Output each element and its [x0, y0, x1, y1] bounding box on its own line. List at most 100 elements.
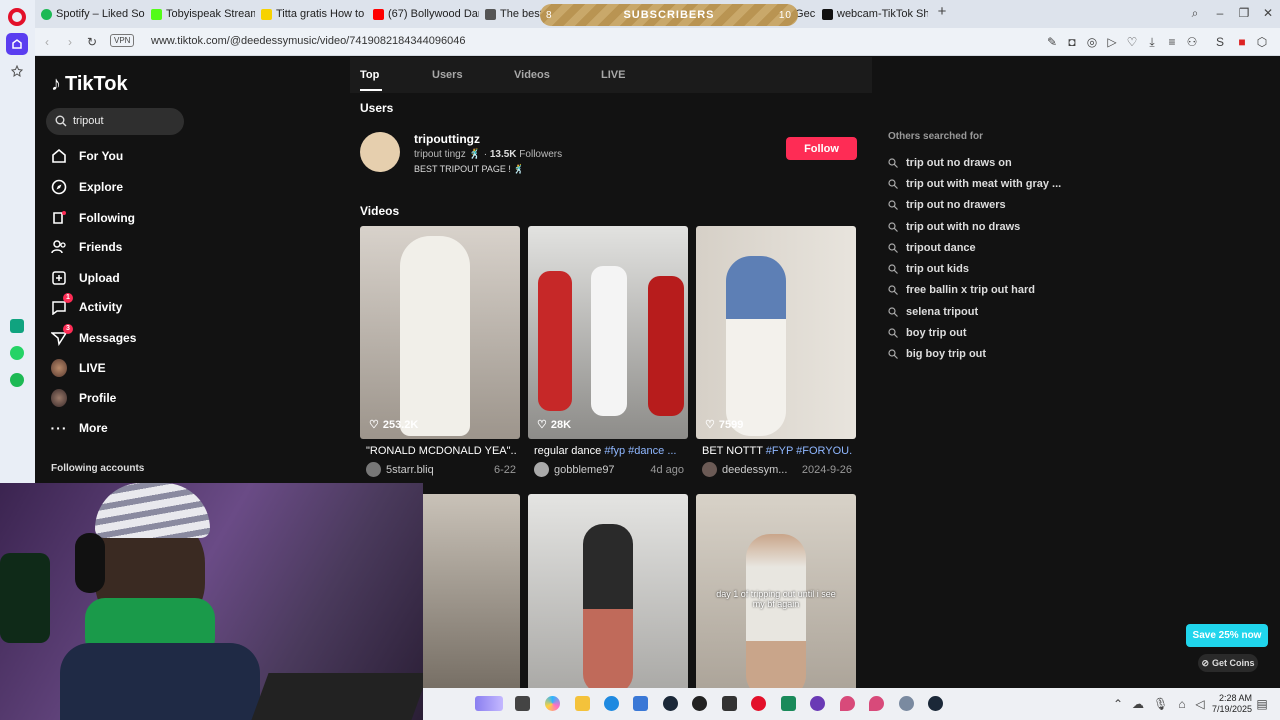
heart-icon[interactable]: ♡: [1125, 35, 1139, 49]
video-card[interactable]: [528, 494, 688, 707]
nav-following[interactable]: Following: [51, 207, 211, 229]
author-avatar[interactable]: [534, 462, 549, 477]
spotify-icon[interactable]: [6, 369, 28, 391]
video-caption[interactable]: "RONALD MCDONALD YEA"...: [366, 445, 516, 457]
tray-chevron-icon[interactable]: ⌃: [1111, 697, 1125, 711]
tab-kick[interactable]: Tobyispeak Stream - Wat: [147, 4, 255, 24]
opera-taskbar-icon[interactable]: [751, 696, 766, 711]
edit-icon[interactable]: ✎: [1045, 35, 1059, 49]
nav-live[interactable]: LIVE: [51, 357, 211, 379]
suggestion-item[interactable]: trip out with no draws: [888, 221, 1020, 233]
video-thumbnail[interactable]: ♡ 28K: [528, 226, 688, 439]
app-purple-icon[interactable]: [810, 696, 825, 711]
search-tabs-icon[interactable]: ⌕: [1188, 6, 1202, 20]
tiktok-logo[interactable]: ♪ TikTok: [51, 73, 128, 96]
suggestion-item[interactable]: trip out with meat with gray ...: [888, 178, 1061, 190]
suggestion-item[interactable]: trip out kids: [888, 263, 969, 275]
nav-more[interactable]: ··· More: [51, 417, 211, 439]
tab-live[interactable]: LIVE: [601, 69, 625, 81]
author-avatar[interactable]: [366, 462, 381, 477]
notification-icon[interactable]: ▤: [1255, 697, 1269, 711]
workspace-icon[interactable]: [6, 33, 28, 55]
widgets-icon[interactable]: [475, 696, 503, 711]
reload-icon[interactable]: ↻: [85, 35, 99, 49]
video-caption[interactable]: BET NOTTT #FYP #FORYOU...: [702, 445, 852, 457]
url-field[interactable]: www.tiktok.com/@deedessymusic/video/7419…: [151, 35, 465, 47]
video-card[interactable]: day 1 of tripping out until i see my bf …: [696, 494, 856, 707]
nav-messages[interactable]: 3 Messages: [51, 324, 211, 349]
app-green-icon[interactable]: [781, 696, 796, 711]
suggestion-item[interactable]: trip out no drawers: [888, 199, 1006, 211]
extension-s-icon[interactable]: S: [1213, 35, 1227, 49]
settings-icon[interactable]: [899, 696, 914, 711]
suggestion-item[interactable]: tripout dance: [888, 242, 976, 254]
tab-tiktok-shop[interactable]: webcam-TikTok Shop: [818, 4, 928, 24]
mic-icon[interactable]: 🎙: [1153, 697, 1168, 711]
copilot-icon[interactable]: [545, 696, 560, 711]
video-thumbnail[interactable]: ♡ 7599: [696, 226, 856, 439]
new-tab-plus-icon[interactable]: +: [935, 4, 949, 19]
account-icon[interactable]: ⚇: [1185, 35, 1199, 49]
nav-activity[interactable]: 1 Activity: [51, 293, 211, 318]
video-thumbnail[interactable]: [528, 494, 688, 707]
suggestion-item[interactable]: free ballin x trip out hard: [888, 284, 1035, 296]
video-thumbnail[interactable]: ♡ 253.2K: [360, 226, 520, 439]
app-pin2-icon[interactable]: [869, 696, 884, 711]
search-input[interactable]: tripout: [46, 108, 184, 135]
maximize-icon[interactable]: ❐: [1237, 6, 1251, 20]
edge-icon[interactable]: [604, 696, 619, 711]
close-window-icon[interactable]: ✕: [1261, 6, 1275, 20]
network-icon[interactable]: ⌂: [1175, 697, 1189, 711]
steam2-icon[interactable]: [928, 696, 943, 711]
task-view-icon[interactable]: [515, 696, 530, 711]
user-name[interactable]: tripouttingz: [414, 132, 480, 146]
extensions-icon[interactable]: ⬡: [1255, 35, 1269, 49]
suggestion-item[interactable]: boy trip out: [888, 327, 967, 339]
whatsapp-icon[interactable]: [6, 342, 28, 364]
play-icon[interactable]: ▷: [1105, 35, 1119, 49]
tab-users[interactable]: Users: [432, 69, 463, 81]
video-card[interactable]: ♡ 28K: [528, 226, 688, 439]
nav-explore[interactable]: Explore: [51, 176, 211, 198]
tab-top[interactable]: Top: [360, 69, 379, 81]
onedrive-icon[interactable]: ☁: [1131, 697, 1145, 711]
nav-friends[interactable]: Friends: [51, 236, 211, 258]
back-icon[interactable]: ‹: [40, 35, 54, 49]
github-icon[interactable]: [692, 696, 707, 711]
save-promo-button[interactable]: Save 25% now: [1186, 624, 1268, 647]
vpn-badge[interactable]: VPN: [110, 34, 135, 47]
store-icon[interactable]: [633, 696, 648, 711]
epic-games-icon[interactable]: [722, 696, 737, 711]
tab-spotify[interactable]: Spotify – Liked Songs: [37, 4, 145, 24]
video-card[interactable]: ♡ 7599: [696, 226, 856, 439]
aria-icon[interactable]: ◎: [1085, 35, 1099, 49]
download-icon[interactable]: ⤓: [1145, 35, 1159, 49]
app-pin-icon[interactable]: [840, 696, 855, 711]
minimize-icon[interactable]: –: [1213, 6, 1227, 20]
tab-videos[interactable]: Videos: [514, 69, 550, 81]
steam-icon[interactable]: [663, 696, 678, 711]
tab-youtube[interactable]: (67) Bollywood Dance Hin: [369, 4, 479, 24]
tab-best[interactable]: The best Cl: [481, 4, 541, 24]
author-avatar[interactable]: [702, 462, 717, 477]
video-card[interactable]: ♡ 253.2K: [360, 226, 520, 439]
file-explorer-icon[interactable]: [575, 696, 590, 711]
extension-red-icon[interactable]: ■: [1235, 35, 1249, 49]
follow-button[interactable]: Follow: [786, 137, 857, 160]
suggestion-item[interactable]: selena tripout: [888, 306, 978, 318]
get-coins-button[interactable]: ⊘ Get Coins: [1198, 654, 1258, 672]
video-caption[interactable]: regular dance #fyp #dance ...: [534, 445, 684, 457]
nav-profile[interactable]: Profile: [51, 387, 211, 409]
nav-for-you[interactable]: For You: [51, 145, 211, 167]
camera-icon[interactable]: ◘: [1065, 35, 1079, 49]
suggestion-item[interactable]: big boy trip out: [888, 348, 986, 360]
forward-icon[interactable]: ›: [63, 35, 77, 49]
menu-icon[interactable]: ≡: [1165, 35, 1179, 49]
video-thumbnail[interactable]: day 1 of tripping out until i see my bf …: [696, 494, 856, 707]
volume-icon[interactable]: ◁: [1193, 697, 1207, 711]
chatgpt-icon[interactable]: [6, 315, 28, 337]
clock[interactable]: 2:28 AM 7/19/2025: [1212, 693, 1252, 715]
opera-logo-icon[interactable]: [8, 8, 26, 26]
bookmark-rail-icon[interactable]: [6, 60, 28, 82]
user-avatar[interactable]: [360, 132, 400, 172]
